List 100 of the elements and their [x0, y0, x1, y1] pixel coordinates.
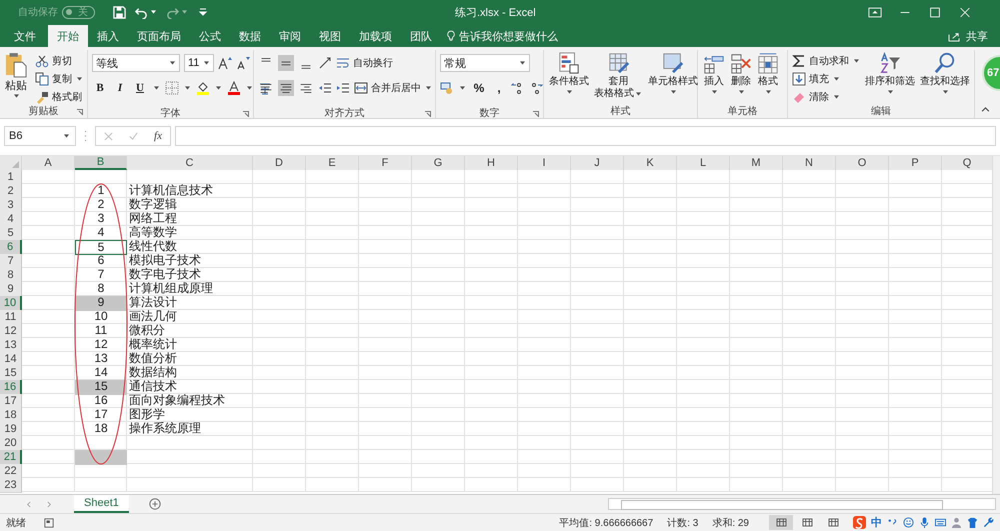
normal-view-button[interactable] — [769, 515, 793, 530]
share-button[interactable]: 共享 — [948, 25, 988, 47]
find-select-button[interactable]: 查找和选择 — [919, 51, 971, 97]
insert-button[interactable]: 插入 — [702, 51, 726, 97]
font-select[interactable]: 等线 — [92, 54, 180, 72]
ribbon-tab[interactable]: 数据 — [230, 25, 270, 47]
ribbon-tab[interactable]: 插入 — [88, 25, 128, 47]
ribbon-tab[interactable]: 开始 — [48, 25, 88, 47]
wrench-icon[interactable] — [983, 517, 994, 528]
decrease-decimal-icon[interactable] — [529, 81, 543, 95]
column-header[interactable]: I — [518, 156, 571, 170]
row-header[interactable]: 17 — [0, 394, 22, 409]
row-header[interactable]: 3 — [0, 198, 22, 213]
row-header[interactable]: 6 — [0, 240, 22, 255]
row-header[interactable]: 8 — [0, 268, 22, 283]
ribbon-tab[interactable]: 文件 — [4, 25, 48, 47]
row-header[interactable]: 14 — [0, 352, 22, 367]
italic-button[interactable]: I — [112, 79, 128, 97]
row-header[interactable]: 2 — [0, 184, 22, 199]
ribbon-tab[interactable]: 公式 — [190, 25, 230, 47]
comma-button[interactable]: , — [491, 79, 507, 97]
decrease-indent-icon[interactable] — [318, 81, 332, 95]
column-header[interactable]: F — [359, 156, 412, 170]
row-header[interactable]: 10 — [0, 296, 22, 311]
borders-icon[interactable] — [165, 81, 179, 95]
row-header[interactable]: 22 — [0, 464, 22, 479]
ribbon-tab[interactable]: 审阅 — [270, 25, 310, 47]
caret-icon[interactable] — [216, 86, 221, 90]
ribbon-tab[interactable]: 页面布局 — [128, 25, 190, 47]
row-header[interactable]: 5 — [0, 226, 22, 241]
merge-center-button[interactable]: 合并后居中 — [354, 80, 433, 96]
increase-font-icon[interactable] — [218, 56, 232, 70]
column-header[interactable]: Q — [942, 156, 993, 170]
keyboard-icon[interactable] — [935, 517, 946, 528]
insert-function-button[interactable]: fx — [154, 130, 162, 142]
fill-button[interactable]: 填充 — [792, 71, 861, 87]
text-orientation-icon[interactable] — [318, 56, 332, 70]
horizontal-align-icon[interactable] — [278, 80, 294, 96]
row-header[interactable]: 16 — [0, 380, 22, 395]
close-icon[interactable] — [958, 6, 972, 18]
font-size-select[interactable]: 11 — [184, 54, 214, 72]
column-header[interactable]: J — [571, 156, 624, 170]
paste-button[interactable]: 粘贴 — [4, 51, 28, 101]
horizontal-scrollbar[interactable] — [608, 498, 996, 510]
dialog-launcher-icon[interactable] — [243, 111, 249, 117]
row-header[interactable]: 12 — [0, 324, 22, 339]
previous-sheet-icon[interactable] — [26, 500, 31, 508]
decrease-font-icon[interactable] — [236, 56, 250, 70]
percent-button[interactable]: % — [471, 79, 487, 97]
shirt-icon[interactable] — [967, 517, 978, 528]
increase-indent-icon[interactable] — [336, 81, 350, 95]
column-header[interactable]: G — [412, 156, 465, 170]
caret-icon[interactable] — [154, 86, 159, 90]
redo-icon[interactable] — [166, 6, 179, 18]
format-as-table-button[interactable]: 套用 表格格式 — [593, 51, 644, 101]
input-mode-indicator[interactable]: 中 — [871, 515, 882, 530]
column-header[interactable]: A — [22, 156, 75, 170]
fill-color-icon[interactable] — [196, 81, 210, 95]
format-painter-button[interactable]: 格式刷 — [35, 89, 84, 105]
wrap-text-button[interactable]: 自动换行 — [336, 55, 393, 71]
row-header[interactable]: 21 — [0, 450, 22, 465]
copy-button[interactable]: 复制 — [35, 71, 84, 87]
smiley-icon[interactable] — [903, 517, 914, 528]
row-header[interactable]: 13 — [0, 338, 22, 353]
ribbon-tab[interactable]: 加载项 — [350, 25, 401, 47]
column-header[interactable]: D — [253, 156, 306, 170]
row-header[interactable]: 4 — [0, 212, 22, 227]
column-header[interactable]: E — [306, 156, 359, 170]
column-header[interactable]: H — [465, 156, 518, 170]
undo-icon[interactable] — [135, 6, 148, 18]
clear-button[interactable]: 清除 — [792, 89, 861, 105]
row-header[interactable]: 9 — [0, 282, 22, 297]
column-header[interactable]: O — [836, 156, 889, 170]
conditional-format-button[interactable]: 条件格式 — [548, 51, 590, 97]
row-header[interactable]: 7 — [0, 254, 22, 269]
cut-button[interactable]: 剪切 — [35, 53, 84, 69]
number-format-select[interactable]: 常规 — [440, 54, 530, 72]
vertical-scrollbar[interactable] — [992, 156, 1000, 494]
format-button[interactable]: 格式 — [756, 51, 780, 97]
row-header[interactable]: 11 — [0, 310, 22, 325]
column-header[interactable]: K — [624, 156, 677, 170]
accounting-format-icon[interactable] — [440, 81, 454, 95]
dialog-launcher-icon[interactable] — [77, 109, 83, 115]
dialog-launcher-icon[interactable] — [425, 111, 431, 117]
add-sheet-icon[interactable] — [148, 498, 161, 510]
dialog-launcher-icon[interactable] — [533, 111, 539, 117]
ribbon-display-icon[interactable] — [868, 6, 882, 18]
ribbon-tab[interactable]: 团队 — [401, 25, 441, 47]
collapse-ribbon-icon[interactable] — [981, 106, 990, 112]
row-header[interactable]: 15 — [0, 366, 22, 381]
next-sheet-icon[interactable] — [47, 500, 52, 508]
column-header[interactable]: L — [677, 156, 730, 170]
microphone-icon[interactable] — [919, 517, 930, 528]
name-box[interactable]: B6 — [4, 126, 76, 146]
sort-filter-button[interactable]: 排序和筛选 — [864, 51, 916, 97]
row-header[interactable]: 19 — [0, 422, 22, 437]
font-color-icon[interactable] — [227, 81, 241, 95]
caret-icon[interactable] — [151, 10, 156, 14]
maximize-icon[interactable] — [928, 6, 942, 18]
delete-button[interactable]: 删除 — [729, 51, 753, 97]
